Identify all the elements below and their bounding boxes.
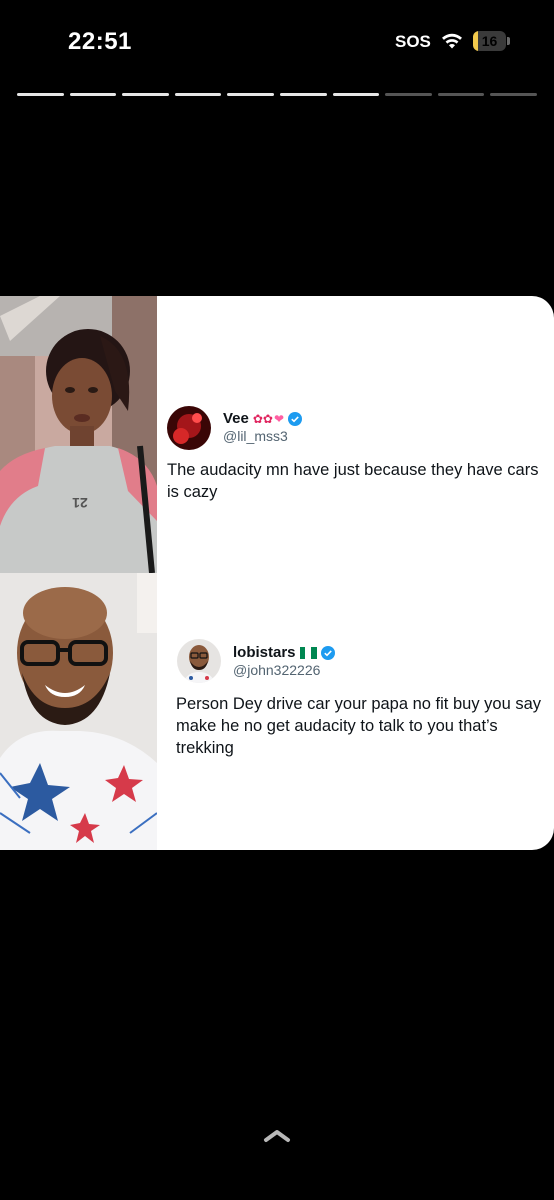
story-progress-bar bbox=[17, 93, 537, 96]
story-segment bbox=[17, 93, 64, 96]
man-photo bbox=[0, 573, 157, 850]
story-segment bbox=[122, 93, 169, 96]
tweet-text: Person Dey drive car your papa no fit bu… bbox=[176, 695, 542, 757]
carrier-sos: SOS bbox=[395, 32, 431, 51]
display-name-row: Vee ✿✿ ❤ bbox=[223, 410, 303, 427]
woman-photo: 21 bbox=[0, 296, 157, 573]
tweet-handle: @lil_mss3 bbox=[223, 428, 288, 444]
display-name: Vee bbox=[223, 410, 249, 427]
display-name: lobistars bbox=[233, 644, 296, 661]
story-segment bbox=[279, 93, 327, 96]
story-segment bbox=[437, 93, 485, 96]
avatar-vee[interactable] bbox=[167, 406, 211, 450]
verified-badge-icon bbox=[288, 411, 303, 426]
tweet-vee[interactable]: Vee ✿✿ ❤ @lil_mss3 The audacity m​n have… bbox=[157, 296, 554, 573]
story-segment bbox=[69, 93, 117, 96]
nigeria-flag-icon bbox=[299, 646, 317, 659]
wifi-icon bbox=[442, 33, 462, 49]
battery-level: 16 bbox=[481, 33, 498, 49]
story-segment bbox=[490, 93, 537, 96]
story-segment bbox=[227, 93, 274, 96]
tweet-lobistars[interactable]: lobistars @john322226 Person Dey drive c… bbox=[157, 573, 554, 850]
status-time: 22:51 bbox=[68, 28, 132, 55]
battery-indicator: 16 bbox=[473, 31, 510, 51]
story-segment bbox=[332, 93, 380, 96]
avatar-lobistars[interactable] bbox=[177, 639, 221, 683]
tweet-handle: @john322226 bbox=[233, 662, 321, 678]
tweet-text: The audacity m​n have just because they … bbox=[167, 461, 539, 501]
story-segment bbox=[385, 93, 432, 96]
bow-hearts-emoji-icon: ✿✿ ❤ bbox=[252, 411, 285, 426]
chevron-up-icon[interactable] bbox=[262, 1128, 292, 1144]
status-bar: 22:51 SOS 16 bbox=[0, 0, 554, 80]
svg-text:21: 21 bbox=[72, 495, 88, 511]
verified-badge-icon bbox=[320, 645, 335, 660]
story-segment bbox=[174, 93, 222, 96]
tweet-collage-card[interactable]: 21 Vee ✿✿ ❤ @lil_mss3 The bbox=[0, 296, 554, 850]
display-name-row: lobistars bbox=[233, 644, 335, 661]
